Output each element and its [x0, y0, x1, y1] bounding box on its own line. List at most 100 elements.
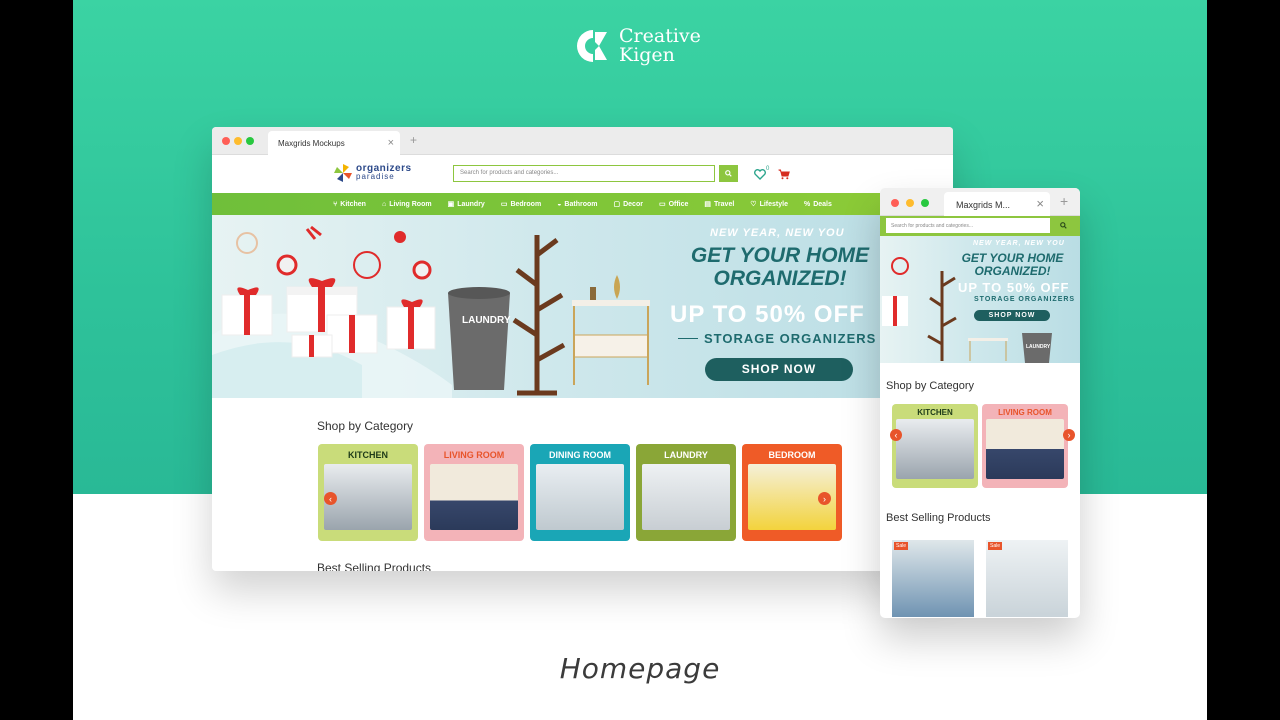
new-tab-icon[interactable]: +	[410, 133, 417, 147]
hero-headline-2: ORGANIZED!	[974, 264, 1051, 278]
nav-living-room[interactable]: ⌂ Living Room	[382, 201, 432, 208]
close-dot-icon[interactable]	[222, 137, 230, 145]
site-header: organizers paradise Search for products …	[212, 155, 953, 193]
fork-icon: ⑂	[333, 200, 338, 208]
hero-headline-2: ORGANIZED!	[713, 267, 847, 290]
sofa-icon: ⌂	[381, 200, 387, 208]
close-dot-icon[interactable]	[891, 199, 899, 207]
best-selling-title: Best Selling Products	[317, 561, 432, 571]
category-nav: ⑂ Kitchen ⌂ Living Room ▣ Laundry ▭ Bedroom …	[212, 193, 953, 215]
tree-bookshelf	[512, 235, 566, 396]
minimize-dot-icon[interactable]	[234, 137, 242, 145]
category-label: LAUNDRY	[664, 450, 708, 460]
nav-deals[interactable]: % Deals	[804, 201, 832, 208]
carousel-prev-icon[interactable]: ‹	[324, 492, 337, 505]
hero-discount: UP TO 50% OFF	[670, 301, 865, 328]
bath-icon: ◒	[557, 200, 562, 208]
category-label: DINING ROOM	[549, 450, 611, 460]
carousel-prev-icon[interactable]: ‹	[890, 429, 902, 441]
category-image	[986, 419, 1064, 479]
search-input[interactable]: Search for products and categories...	[453, 165, 715, 182]
logo-line-2: paradise	[356, 172, 395, 181]
nav-bedroom[interactable]: ▭ Bedroom	[500, 200, 542, 209]
frame-icon: ▢	[613, 201, 621, 208]
hero-kicker: NEW YEAR, NEW YOU	[973, 240, 1065, 247]
nav-label: Living Room	[389, 200, 432, 208]
monitor-icon: ▭	[658, 201, 666, 208]
product-card[interactable]: Sale	[986, 540, 1068, 617]
mobile-tab-bar: Maxgrids M... × +	[880, 188, 1080, 216]
basket-icon: ▣	[447, 201, 455, 208]
search-icon[interactable]	[1060, 222, 1067, 229]
hero-subline: STORAGE ORGANIZERS	[974, 296, 1076, 303]
hero-banner[interactable]: NEW YEAR, NEW YOU GET YOUR HOME ORGANIZE…	[212, 215, 953, 398]
category-card-living-room[interactable]: LIVING ROOM	[982, 404, 1068, 488]
nav-label: Laundry	[457, 200, 485, 208]
nav-kitchen[interactable]: ⑂ Kitchen	[333, 201, 366, 208]
category-image	[430, 464, 518, 530]
sale-badge: Sale	[894, 542, 909, 550]
hero-headline-1: GET YOUR HOME	[690, 244, 870, 267]
shop-now-button[interactable]: SHOP NOW	[705, 358, 853, 381]
mobile-category-carousel: KITCHEN LIVING ROOM ‹ ›	[890, 404, 1075, 488]
nav-label: Lifestyle	[759, 200, 788, 208]
basket-label: LAUNDRY	[1026, 344, 1051, 350]
heart-icon	[754, 169, 766, 180]
nav-label: Travel	[714, 200, 735, 208]
cart-icon[interactable]	[778, 169, 790, 180]
category-image	[896, 419, 974, 479]
category-label: LIVING ROOM	[443, 450, 505, 460]
hero-kicker: NEW YEAR, NEW YOU	[710, 227, 845, 239]
category-card-kitchen[interactable]: KITCHEN	[892, 404, 978, 488]
side-table	[572, 275, 650, 385]
mobile-hero-banner[interactable]: NEW YEAR, NEW YOU GET YOUR HOME ORGANIZE…	[880, 236, 1080, 363]
nav-bathroom[interactable]: ◒ Bathroom	[557, 201, 597, 208]
site-logo[interactable]: organizers paradise	[333, 163, 412, 183]
search-button[interactable]	[719, 165, 738, 182]
bed-icon: ▭	[500, 201, 508, 208]
creative-kigen-logo-icon	[577, 30, 607, 62]
nav-office[interactable]: ▭ Office	[658, 200, 689, 209]
mobile-browser-mockup: Maxgrids M... × + Search for products an…	[880, 188, 1080, 618]
mobile-search-input[interactable]: Search for products and categories...	[886, 218, 1050, 233]
hero-discount: UP TO 50% OFF	[958, 280, 1070, 295]
nav-laundry[interactable]: ▣ Laundry	[447, 200, 485, 209]
maximize-dot-icon[interactable]	[921, 199, 929, 207]
product-card[interactable]: Sale	[892, 540, 974, 617]
minimize-dot-icon[interactable]	[906, 199, 914, 207]
basket-label: LAUNDRY	[462, 315, 511, 326]
tab-close-icon[interactable]: ×	[1036, 196, 1044, 211]
nav-lifestyle[interactable]: ♡ Lifestyle	[750, 200, 788, 209]
nav-label: Office	[668, 200, 689, 208]
browser-tab[interactable]: Maxgrids Mockups ×	[268, 131, 400, 155]
tab-title: Maxgrids M...	[956, 200, 1011, 210]
suitcase-icon: ▤	[704, 201, 712, 208]
category-label: KITCHEN	[917, 408, 953, 417]
mockup-stage: Creative Kigen Maxgrids Mockups × + orga…	[73, 0, 1207, 720]
maximize-dot-icon[interactable]	[246, 137, 254, 145]
laundry-basket	[448, 287, 510, 390]
sale-badge: Sale	[988, 542, 1003, 550]
tab-title: Maxgrids Mockups	[278, 139, 345, 148]
category-image	[324, 464, 412, 530]
wishlist-button[interactable]: 0	[754, 166, 769, 180]
search-icon	[725, 170, 732, 177]
shop-now-button[interactable]: SHOP NOW	[974, 310, 1050, 321]
hero-headline-1: GET YOUR HOME	[961, 251, 1064, 265]
carousel-next-icon[interactable]: ›	[1063, 429, 1075, 441]
tab-close-icon[interactable]: ×	[388, 137, 394, 149]
category-card-dining-room[interactable]: DINING ROOM	[530, 444, 630, 541]
page-caption: Homepage	[559, 652, 721, 685]
browser-tab[interactable]: Maxgrids M... ×	[944, 192, 1050, 216]
nav-label: Bathroom	[564, 200, 598, 208]
category-card-laundry[interactable]: LAUNDRY	[636, 444, 736, 541]
nav-label: Bedroom	[510, 200, 542, 208]
carousel-next-icon[interactable]: ›	[818, 492, 831, 505]
heart-icon: ♡	[750, 201, 757, 208]
new-tab-icon[interactable]: +	[1060, 193, 1068, 209]
category-label: KITCHEN	[348, 450, 388, 460]
nav-decor[interactable]: ▢ Decor	[613, 200, 642, 209]
category-card-living-room[interactable]: LIVING ROOM	[424, 444, 524, 541]
nav-travel[interactable]: ▤ Travel	[704, 200, 735, 209]
category-image	[536, 464, 624, 530]
